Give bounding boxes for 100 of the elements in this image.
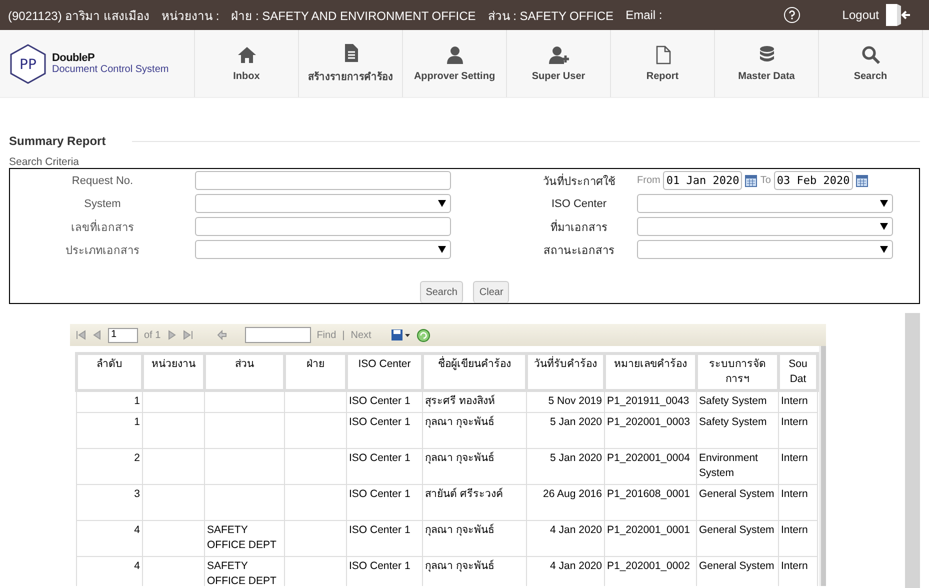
page-title: Summary Report <box>9 134 106 148</box>
email-label: Email : <box>626 8 662 22</box>
field-label: ประเภทเอกสาร <box>64 244 140 258</box>
column-header: ระบบการจัดการฯ <box>696 354 778 390</box>
table-cell: SAFETY OFFICE DEPT <box>204 556 284 586</box>
brand-subtitle: Document Control System <box>52 64 169 75</box>
find-field[interactable] <box>244 327 311 343</box>
page-number-field[interactable]: 1 <box>108 328 138 342</box>
table-cell: SAFETY OFFICE DEPT <box>204 520 284 556</box>
next-page-icon[interactable] <box>166 330 177 340</box>
date-field[interactable]: 03 Feb 2020 <box>774 171 853 190</box>
dropdown-field[interactable] <box>195 194 451 213</box>
caret-icon <box>880 223 888 230</box>
text-field[interactable] <box>195 217 451 236</box>
table-cell: 4 <box>76 556 142 586</box>
dropdown-field[interactable] <box>195 240 451 259</box>
text-field[interactable] <box>195 171 451 190</box>
table-cell: กุลณา กุจะพันธ์ <box>422 412 526 448</box>
table-cell: P1_201608_0001 <box>604 484 696 520</box>
nav-item[interactable]: Approver Setting <box>403 30 507 97</box>
last-page-icon[interactable] <box>182 330 193 340</box>
form-button[interactable]: Clear <box>473 281 510 303</box>
table-cell: 26 Aug 2016 <box>526 484 604 520</box>
back-arrow-icon[interactable] <box>216 330 227 340</box>
save-icon[interactable] <box>391 329 412 341</box>
date-field[interactable]: 01 Jan 2020 <box>663 171 742 190</box>
column-header: หมายเลขคำร้อง <box>604 354 696 390</box>
refresh-icon[interactable] <box>417 328 430 342</box>
field-label: System <box>83 198 122 210</box>
table-cell: 2 <box>76 448 142 484</box>
nav-item[interactable]: Super User <box>507 30 611 97</box>
search-icon <box>860 45 880 65</box>
table-cell: ISO Center 1 <box>346 520 422 556</box>
table-cell: กุลณา กุจะพันธ์ <box>422 448 526 484</box>
table-cell <box>142 412 204 448</box>
help-icon[interactable] <box>784 7 800 23</box>
table-cell: P1_202001_0003 <box>604 412 696 448</box>
user-add-icon <box>548 45 568 65</box>
unit-label: หน่วยงาน : <box>162 8 220 24</box>
nav-item[interactable]: Master Data <box>715 30 819 97</box>
field-label: ที่มาเอกสาร <box>550 218 608 236</box>
table-cell <box>284 520 346 556</box>
column-header: ลำดับ <box>76 354 142 390</box>
dropdown-field[interactable] <box>637 240 893 259</box>
caret-icon <box>438 246 446 253</box>
caret-icon <box>880 246 888 253</box>
nav-item[interactable]: สร้างรายการคำร้อง <box>299 30 403 97</box>
dropdown-field[interactable] <box>637 194 893 213</box>
page-count: of 1 <box>144 330 161 340</box>
table-cell: General System <box>696 484 778 520</box>
scrollbar[interactable] <box>819 346 826 586</box>
table-cell: Intern <box>778 484 818 520</box>
division-label: ฝ่าย : SAFETY AND ENVIRONMENT OFFICE <box>231 8 476 24</box>
table-cell: Intern <box>778 520 818 556</box>
section-title: Search Criteria <box>9 156 80 168</box>
logout-link[interactable]: Logout <box>842 8 879 22</box>
table-cell: กุลณา กุจะพันธ์ <box>422 556 526 586</box>
field-label: Request No. <box>70 174 134 186</box>
table-cell: 1 <box>76 390 142 412</box>
table-cell: Safety System <box>696 390 778 412</box>
home-icon <box>236 45 256 65</box>
column-header: วันที่รับคำร้อง <box>526 354 604 390</box>
previous-page-icon[interactable] <box>92 330 102 340</box>
table-cell: Intern <box>778 448 818 484</box>
table-cell: General System <box>696 520 778 556</box>
table-cell: General System <box>696 556 778 586</box>
table-cell: Safety System <box>696 412 778 448</box>
user-name: (9021123) อาริมา แสงเมือง <box>8 8 150 24</box>
calendar-icon[interactable] <box>745 174 758 186</box>
caret-icon <box>880 200 888 207</box>
dropdown-field[interactable] <box>637 217 893 236</box>
table-cell: กุลณา กุจะพันธ์ <box>422 520 526 556</box>
first-page-icon[interactable] <box>76 330 86 340</box>
table-cell: P1_202001_0001 <box>604 520 696 556</box>
table-cell: 4 Jan 2020 <box>526 520 604 556</box>
table-cell: สุระศรี ทองสิงห์ <box>422 390 526 412</box>
field-label: ISO Center <box>550 198 608 210</box>
table-cell <box>142 520 204 556</box>
table-cell: 5 Jan 2020 <box>526 448 604 484</box>
table-cell: P1_201911_0043 <box>604 390 696 412</box>
calendar-icon[interactable] <box>856 174 868 186</box>
column-header: ฝ่าย <box>284 354 346 390</box>
table-cell: ISO Center 1 <box>346 484 422 520</box>
door-exit-icon[interactable] <box>885 3 911 27</box>
table-cell: 5 Nov 2019 <box>526 390 604 412</box>
nav-item[interactable]: Inbox <box>195 30 299 97</box>
caret-icon <box>438 200 446 207</box>
column-header: หน่วยงาน <box>142 354 204 390</box>
table-cell: 5 Jan 2020 <box>526 412 604 448</box>
logo-icon: PP <box>10 44 46 84</box>
table-cell: P1_202001_0002 <box>604 556 696 586</box>
scrollbar[interactable] <box>905 313 920 588</box>
nav-item[interactable]: Report <box>611 30 715 97</box>
field-label: เลขที่เอกสาร <box>70 218 135 236</box>
separator: | <box>342 330 345 340</box>
from-label: From <box>637 175 660 186</box>
form-button[interactable]: Search <box>420 281 464 303</box>
nav-item[interactable]: Search <box>819 30 923 97</box>
table-cell: สายันต์ ศรีระวงค์ <box>422 484 526 520</box>
table-cell <box>284 390 346 412</box>
